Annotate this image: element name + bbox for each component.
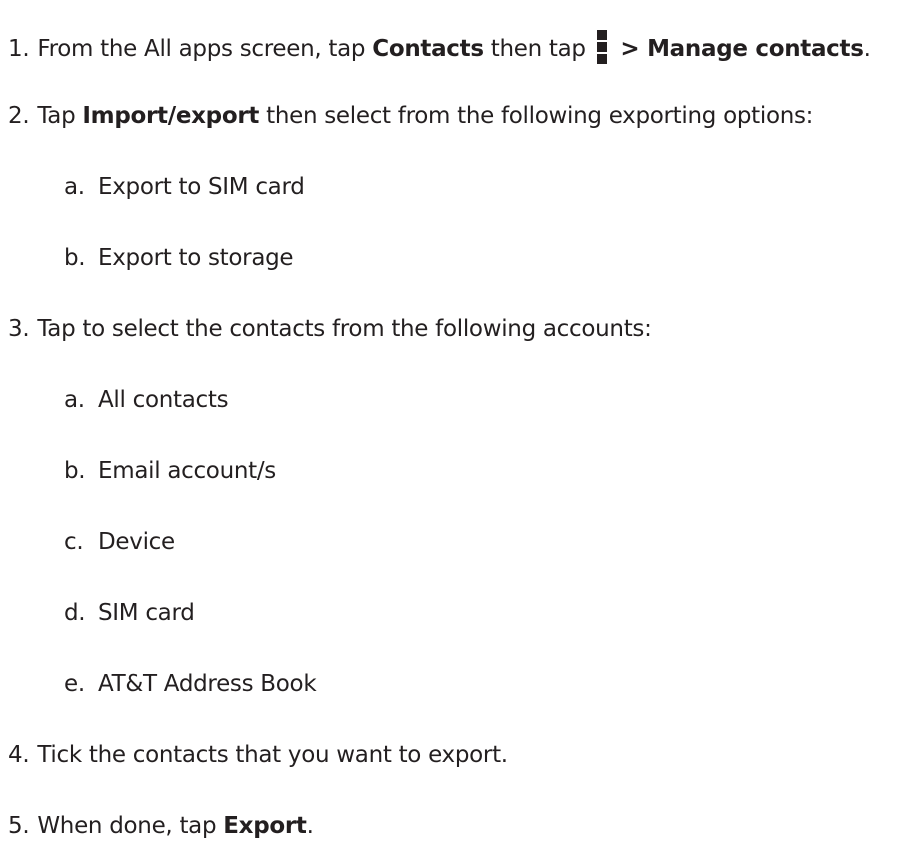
step-text: Tap xyxy=(37,103,83,129)
step-3: 3. Tap to select the contacts from the fo… xyxy=(8,314,652,344)
option-item: d. SIM card xyxy=(64,598,195,628)
step-keyword: Import/export xyxy=(82,103,260,129)
step-number: 3. xyxy=(8,316,30,342)
option-text: Email account/s xyxy=(98,458,276,484)
overflow-menu-icon xyxy=(596,30,607,64)
step-keyword: Export xyxy=(223,813,307,839)
option-item: a. All contacts xyxy=(64,385,229,415)
option-item: c. Device xyxy=(64,527,175,557)
option-text: Device xyxy=(98,529,175,555)
option-text: AT&T Address Book xyxy=(98,671,317,697)
option-letter: e. xyxy=(64,671,85,697)
option-letter: a. xyxy=(64,387,85,413)
step-number: 1. xyxy=(8,36,30,62)
step-text: . xyxy=(863,36,871,62)
option-text: All contacts xyxy=(98,387,229,413)
step-text: . xyxy=(306,813,314,839)
option-item: b. Email account/s xyxy=(64,456,276,486)
step-number: 4. xyxy=(8,742,30,768)
step-text: When done, tap xyxy=(37,813,224,839)
step-text: Tick the contacts that you want to expor… xyxy=(37,742,508,768)
step-text: then tap xyxy=(483,36,593,62)
option-letter: d. xyxy=(64,600,86,626)
step-4: 4. Tick the contacts that you want to exp… xyxy=(8,740,508,770)
option-text: SIM card xyxy=(98,600,195,626)
step-text: From the All apps screen, tap xyxy=(37,36,373,62)
step-keyword: > Manage contacts xyxy=(612,36,864,62)
step-number: 5. xyxy=(8,813,30,839)
option-letter: c. xyxy=(64,529,84,555)
step-keyword: Contacts xyxy=(372,36,484,62)
option-item: a. Export to SIM card xyxy=(64,172,305,202)
step-2: 2. Tap Import/export then select from the… xyxy=(8,101,813,131)
option-item: e. AT&T Address Book xyxy=(64,669,317,699)
option-text: Export to SIM card xyxy=(98,174,305,200)
step-number: 2. xyxy=(8,103,30,129)
step-text: Tap to select the contacts from the foll… xyxy=(37,316,652,342)
step-5: 5. When done, tap Export. xyxy=(8,811,314,841)
option-letter: b. xyxy=(64,458,86,484)
option-letter: a. xyxy=(64,174,85,200)
option-text: Export to storage xyxy=(98,245,294,271)
option-letter: b. xyxy=(64,245,86,271)
option-item: b. Export to storage xyxy=(64,243,294,273)
step-1: 1. From the All apps screen, tap Contacts… xyxy=(8,30,871,64)
step-text: then select from the following exporting… xyxy=(259,103,814,129)
